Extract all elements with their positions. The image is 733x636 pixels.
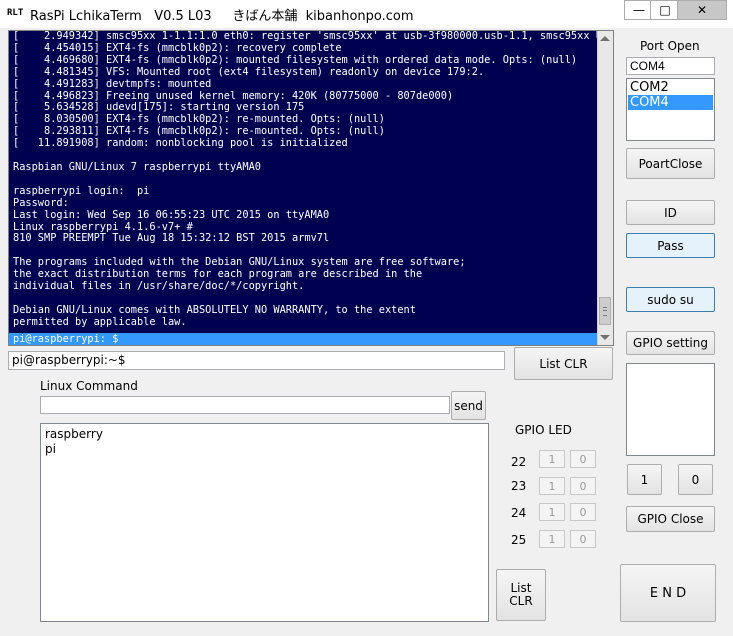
port-option-com4-selected[interactable]: COM4 [628, 95, 713, 110]
terminal-line: [ 11.891908] random: nonblocking pool is… [13, 137, 348, 150]
maximize-icon: □ [659, 3, 671, 17]
port-option-com2[interactable]: COM2 [628, 80, 713, 95]
linux-command-label: Linux Command [40, 379, 138, 393]
terminal-selected-line[interactable]: pi@raspberrypi: $ [9, 333, 599, 345]
terminal-lines: [ 2.949342] smsc95xx 1-1.1:1.0 eth0: reg… [13, 31, 598, 336]
list-item[interactable]: raspberry [45, 427, 484, 442]
gpio24-off-button[interactable]: 0 [570, 503, 596, 521]
terminal-prompt-text: pi@raspberrypi: $ [13, 333, 119, 345]
terminal-output[interactable]: [ 2.949342] smsc95xx 1-1.1:1.0 eth0: reg… [8, 30, 614, 346]
id-button[interactable]: ID [626, 200, 715, 225]
terminal-line: [ 4.469680] EXT4-fs (mmcblk0p2): mounted… [13, 53, 578, 66]
window-title: RasPi LchikaTerm V0.5 L03 きばん本舗 kibanhon… [30, 9, 414, 24]
terminal-line: Raspbian GNU/Linux 7 raspberrypi ttyAMA0 [13, 160, 261, 173]
gpio-setting-list[interactable] [626, 363, 715, 456]
gpio-setting-button[interactable]: GPIO setting [626, 331, 715, 355]
terminal-line: [ 4.491283] devtmpfs: mounted [13, 77, 212, 90]
app-logo: RLT [7, 8, 24, 18]
terminal-line: Debian GNU/Linux comes with ABSOLUTELY N… [13, 303, 416, 316]
send-button[interactable]: send [451, 391, 486, 420]
end-button[interactable]: E N D [620, 564, 716, 622]
terminal-line: Last login: Wed Sep 16 06:55:23 UTC 2015… [13, 208, 330, 221]
gpio22-off-button[interactable]: 0 [570, 450, 596, 468]
minimize-icon: — [633, 3, 645, 17]
port-open-label: Port Open [640, 39, 700, 53]
title-bar: RLT RasPi LchikaTerm V0.5 L03 きばん本舗 kiba… [0, 0, 733, 28]
gpio-close-button[interactable]: GPIO Close [626, 506, 715, 532]
gpio25-off-button[interactable]: 0 [570, 530, 596, 548]
maximize-button[interactable]: □ [650, 0, 680, 20]
scroll-down-icon[interactable] [600, 335, 610, 340]
terminal-line: Password: [13, 196, 69, 209]
prompt-field[interactable]: pi@raspberrypi:~$ [8, 351, 505, 370]
pass-button[interactable]: Pass [626, 233, 715, 258]
port-input[interactable] [626, 57, 715, 75]
gpio-led-title: GPIO LED [515, 423, 572, 437]
linux-command-input[interactable] [40, 396, 450, 414]
terminal-line: raspberrypi login: pi [13, 184, 150, 197]
gpio24-on-button[interactable]: 1 [539, 503, 565, 521]
list-clr-button-bottom[interactable]: List CLR [496, 569, 546, 621]
list-clr-button[interactable]: List CLR [514, 347, 613, 380]
close-button[interactable]: ✕ [677, 0, 727, 20]
gpio25-on-button[interactable]: 1 [539, 530, 565, 548]
terminal-line: 810 SMP PREEMPT Tue Aug 18 15:32:12 BST … [13, 232, 330, 245]
terminal-line: [ 4.481345] VFS: Mounted root (ext4 file… [13, 65, 485, 78]
close-icon: ✕ [696, 3, 708, 17]
list-clr-bottom-line2: CLR [509, 594, 533, 608]
gpio23-on-button[interactable]: 1 [539, 477, 565, 495]
command-history-list[interactable]: raspberry pi [40, 423, 489, 622]
terminal-scrollbar[interactable] [597, 31, 613, 345]
sudo-su-button[interactable]: sudo su [626, 287, 715, 312]
list-item[interactable]: pi [45, 442, 484, 457]
scroll-thumb[interactable] [599, 297, 611, 325]
gpio-zero-button[interactable]: 0 [678, 464, 713, 495]
scroll-up-icon[interactable] [600, 36, 610, 41]
gpio22-on-button[interactable]: 1 [539, 450, 565, 468]
gpio23-off-button[interactable]: 0 [570, 477, 596, 495]
terminal-line: permitted by applicable law. [13, 315, 187, 328]
terminal-line: individual files in /usr/share/doc/*/cop… [13, 280, 305, 293]
gpio-pin-label: 24 [511, 506, 527, 520]
gpio-one-button[interactable]: 1 [627, 464, 662, 495]
gpio-pin-label: 22 [511, 455, 527, 469]
gpio-pin-label: 23 [511, 479, 527, 493]
port-close-button[interactable]: PoartClose [626, 148, 715, 179]
gpio-pin-label: 25 [511, 533, 527, 547]
port-list[interactable]: COM2 COM4 [626, 78, 715, 141]
